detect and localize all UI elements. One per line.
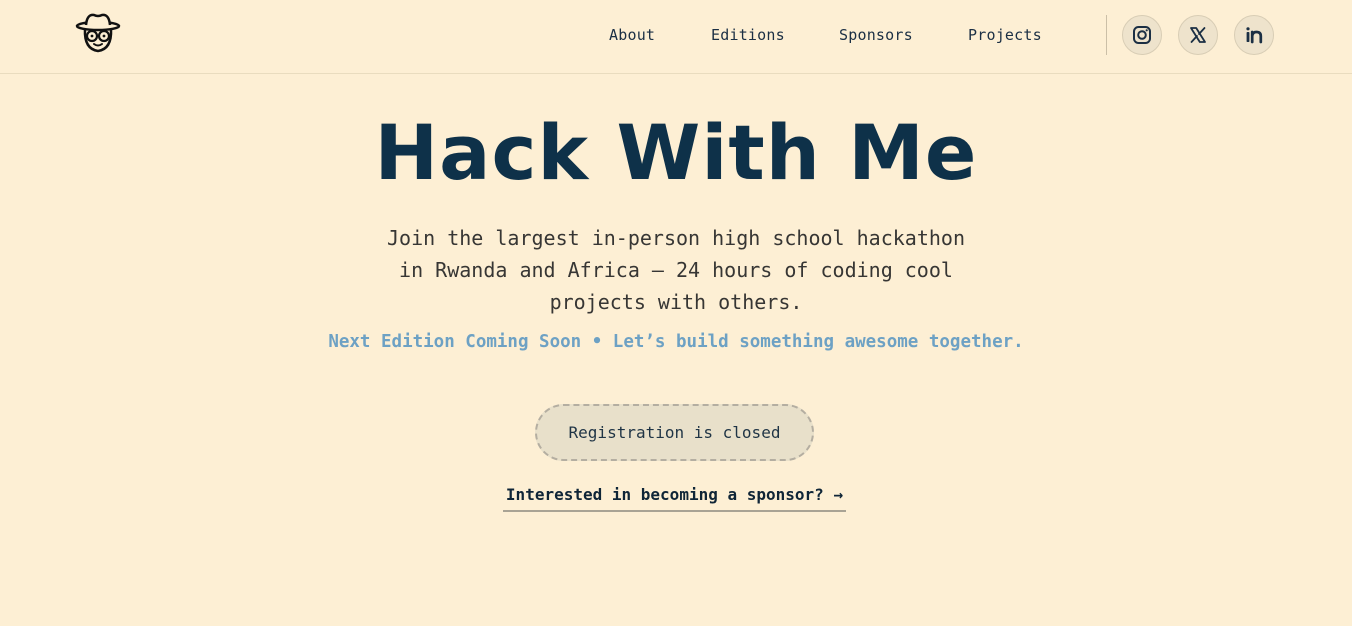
hero-title: Hack With Me bbox=[374, 108, 978, 197]
nav-link-editions[interactable]: Editions bbox=[711, 26, 785, 44]
linkedin-button[interactable] bbox=[1234, 15, 1274, 55]
linkedin-icon bbox=[1246, 27, 1263, 44]
become-sponsor-link[interactable]: Interested in becoming a sponsor? → bbox=[503, 484, 846, 512]
nav-link-projects[interactable]: Projects bbox=[968, 26, 1042, 44]
nav-divider bbox=[1106, 15, 1107, 55]
hero-subtitle: Join the largest in-person high school h… bbox=[387, 226, 965, 314]
x-button[interactable] bbox=[1178, 15, 1218, 55]
x-icon bbox=[1190, 27, 1206, 43]
hacker-mascot-icon bbox=[75, 13, 121, 53]
site-header: About Editions Sponsors Projects bbox=[0, 0, 1352, 74]
nav-link-about[interactable]: About bbox=[609, 26, 655, 44]
hero-tagline: Next Edition Coming Soon • Let’s build s… bbox=[328, 332, 1024, 352]
registration-closed-button[interactable]: Registration is closed bbox=[535, 404, 814, 461]
logo-link[interactable] bbox=[74, 11, 122, 55]
nav-link-sponsors[interactable]: Sponsors bbox=[839, 26, 913, 44]
instagram-icon bbox=[1133, 26, 1151, 44]
instagram-button[interactable] bbox=[1122, 15, 1162, 55]
